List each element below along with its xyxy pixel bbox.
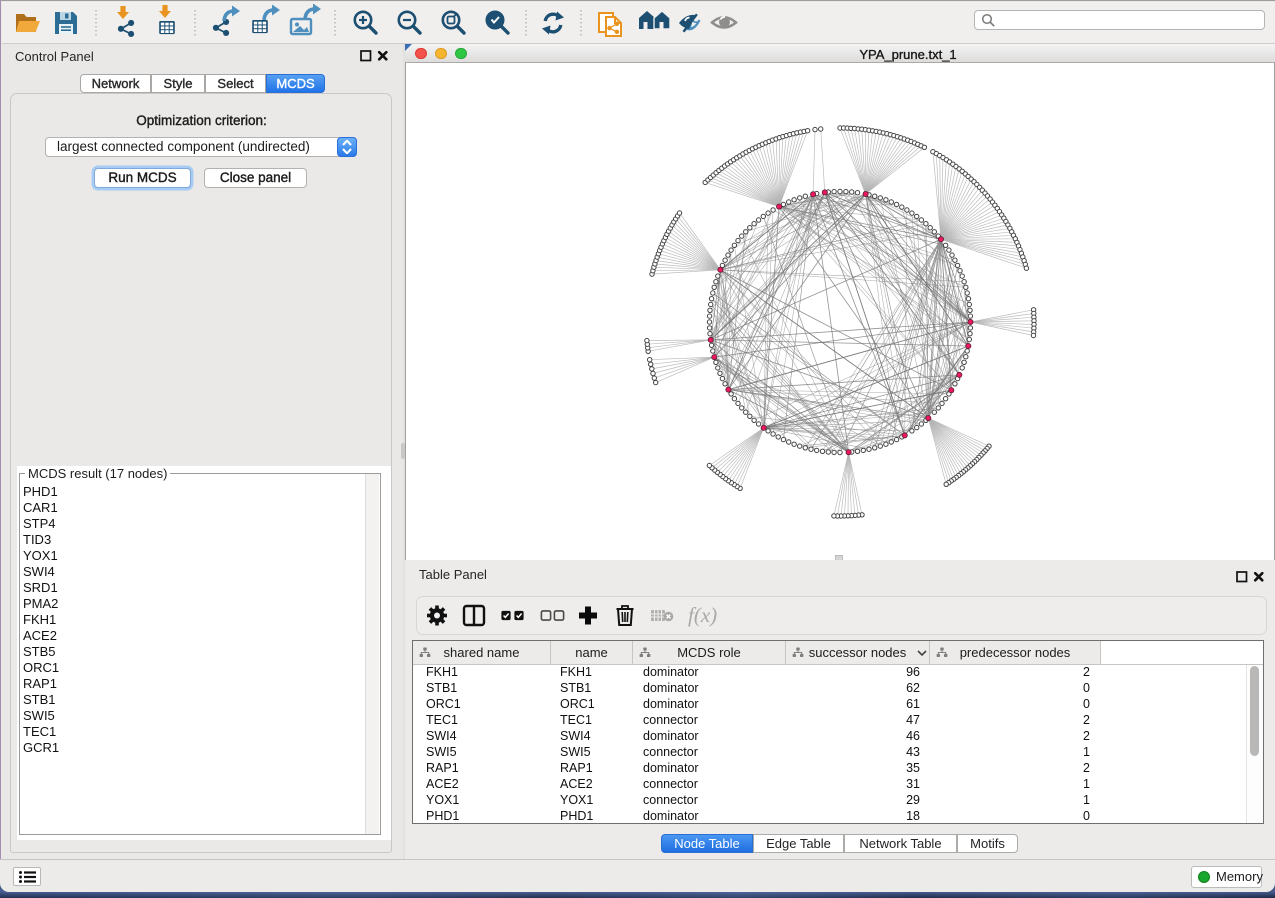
svg-text:f(x): f(x) bbox=[688, 603, 717, 627]
